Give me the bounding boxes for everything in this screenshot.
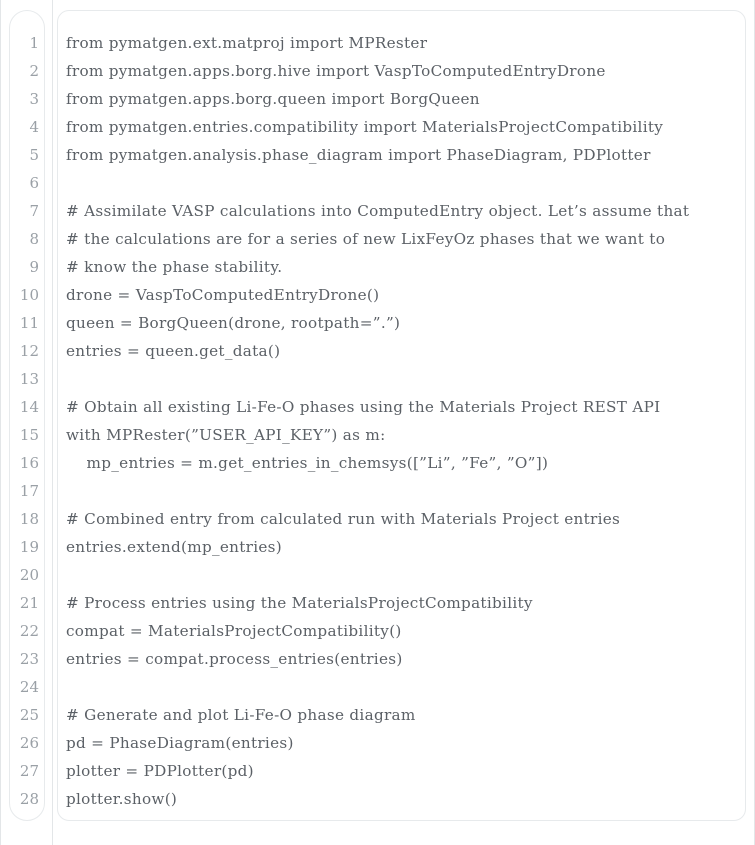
code-line: entries = compat.process_entries(entries…	[66, 650, 403, 668]
line-number-list: 1 2 3 4 5 6 7 8 9 10 11 12 13 14 15 16 17 18 19 20 21 22 23 24 2…	[10, 29, 44, 813]
line-number: 14	[19, 398, 39, 416]
line-number: 18	[19, 510, 39, 528]
code-line: compat = MaterialsProjectCompatibility()	[66, 622, 402, 640]
line-number: 2	[29, 62, 39, 80]
line-number: 5	[29, 146, 39, 164]
line-number: 6	[29, 174, 39, 192]
code-line: # Obtain all existing Li-Fe-O phases usi…	[66, 398, 661, 416]
line-number: 3	[29, 90, 39, 108]
code-line: drone = VaspToComputedEntryDrone()	[66, 286, 380, 304]
line-number: 7	[29, 202, 39, 220]
code-line: # Process entries using the MaterialsPro…	[66, 594, 533, 612]
code-line: plotter = PDPlotter(pd)	[66, 762, 254, 780]
line-number: 27	[19, 762, 39, 780]
line-number: 15	[19, 426, 39, 444]
line-number: 19	[19, 538, 39, 556]
line-number: 21	[19, 594, 39, 612]
line-number: 24	[19, 678, 39, 696]
line-number: 13	[19, 370, 39, 388]
code-line: from pymatgen.apps.borg.hive import Vasp…	[66, 62, 606, 80]
code-line: mp_entries = m.get_entries_in_chemsys([”…	[66, 454, 549, 472]
line-number: 25	[19, 706, 39, 724]
code-line: # the calculations are for a series of n…	[66, 230, 666, 248]
line-number: 10	[19, 286, 39, 304]
line-number: 22	[19, 622, 39, 640]
line-number: 12	[19, 342, 39, 360]
line-number: 16	[19, 454, 39, 472]
code-line: from pymatgen.entries.compatibility impo…	[66, 118, 664, 136]
code-line: # Combined entry from calculated run wit…	[66, 510, 621, 528]
code-panel[interactable]: from pymatgen.ext.matproj import MPReste…	[57, 10, 746, 821]
line-number: 28	[19, 790, 39, 808]
line-number: 8	[29, 230, 39, 248]
code-line: # know the phase stability.	[66, 258, 283, 276]
code-line-list: from pymatgen.ext.matproj import MPReste…	[66, 29, 745, 813]
line-number: 1	[29, 34, 39, 52]
code-line: pd = PhaseDiagram(entries)	[66, 734, 294, 752]
code-block-frame: 1 2 3 4 5 6 7 8 9 10 11 12 13 14 15 16 17 18 19 20 21 22 23 24 2…	[0, 0, 755, 845]
code-line: entries.extend(mp_entries)	[66, 538, 282, 556]
line-number: 20	[19, 566, 39, 584]
code-line: # Generate and plot Li-Fe-O phase diagra…	[66, 706, 416, 724]
code-line: from pymatgen.analysis.phase_diagram imp…	[66, 146, 651, 164]
line-number: 23	[19, 650, 39, 668]
code-line: plotter.show()	[66, 790, 178, 808]
code-line: with MPRester(”USER_API_KEY”) as m:	[66, 426, 386, 444]
line-number: 26	[19, 734, 39, 752]
code-line: from pymatgen.apps.borg.queen import Bor…	[66, 90, 480, 108]
line-number: 9	[29, 258, 39, 276]
line-number: 17	[19, 482, 39, 500]
line-number: 11	[19, 314, 39, 332]
gutter-divider	[52, 0, 53, 845]
code-line: from pymatgen.ext.matproj import MPReste…	[66, 34, 428, 52]
code-line: # Assimilate VASP calculations into Comp…	[66, 202, 690, 220]
code-line: entries = queen.get_data()	[66, 342, 281, 360]
line-number-gutter: 1 2 3 4 5 6 7 8 9 10 11 12 13 14 15 16 17 18 19 20 21 22 23 24 2…	[9, 10, 45, 821]
code-line: queen = BorgQueen(drone, rootpath=”.”)	[66, 314, 401, 332]
line-number: 4	[29, 118, 39, 136]
